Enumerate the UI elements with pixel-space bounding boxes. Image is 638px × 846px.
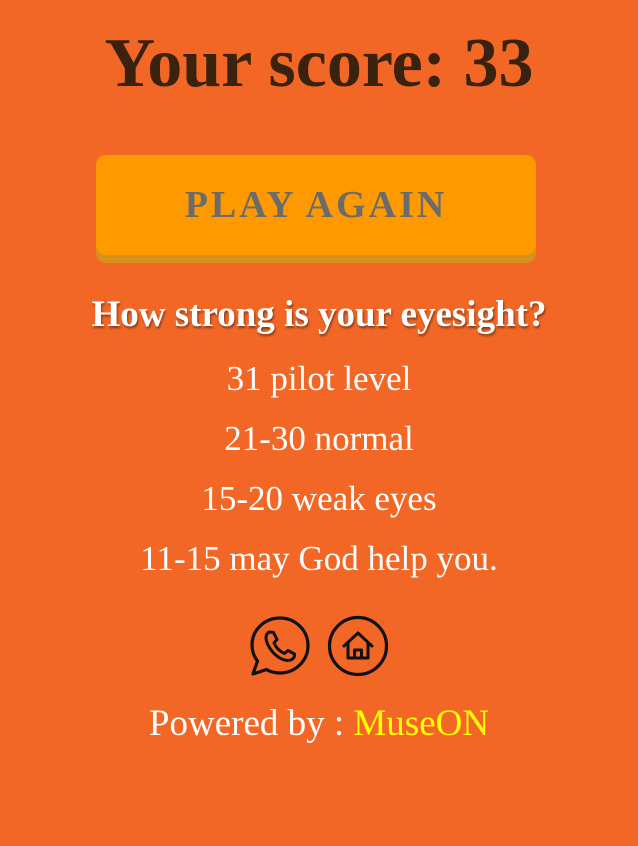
home-icon xyxy=(327,615,389,677)
powered-by: Powered by : MuseON xyxy=(0,702,638,745)
eyesight-heading: How strong is your eyesight? xyxy=(91,294,547,335)
home-button[interactable] xyxy=(327,615,389,677)
whatsapp-button[interactable] xyxy=(249,615,311,677)
level-item: 11-15 may God help you. xyxy=(140,539,498,578)
play-again-button[interactable]: PLAY AGAIN xyxy=(96,155,536,255)
level-item: 21-30 normal xyxy=(224,419,414,458)
brand-link[interactable]: MuseON xyxy=(353,703,489,744)
powered-by-label: Powered by : xyxy=(148,703,354,744)
score-title: Your score: 33 xyxy=(104,25,534,102)
share-icons xyxy=(0,615,638,677)
level-item: 31 pilot level xyxy=(226,359,412,398)
level-item: 15-20 weak eyes xyxy=(201,479,437,518)
eyesight-levels-list: 31 pilot level 21-30 normal 15-20 weak e… xyxy=(0,356,638,596)
whatsapp-icon xyxy=(250,616,310,676)
